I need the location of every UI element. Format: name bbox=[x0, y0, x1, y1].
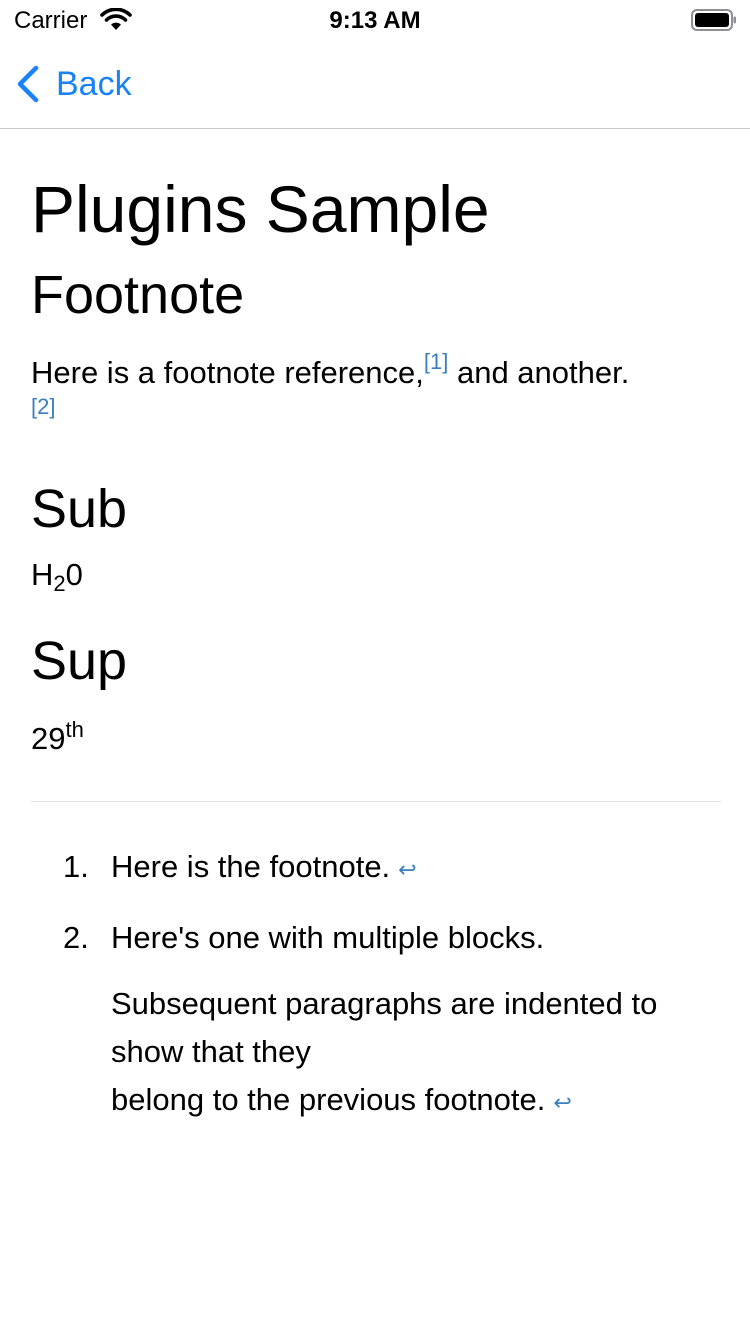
back-button[interactable]: Back bbox=[14, 62, 132, 106]
superscript-text: th bbox=[65, 717, 84, 742]
battery-icon bbox=[691, 9, 736, 31]
sup-heading: Sup bbox=[31, 631, 128, 691]
footnote-2-line-1: Subsequent paragraphs are indented to sh… bbox=[111, 986, 658, 1069]
page-title: Plugins Sample bbox=[31, 172, 490, 246]
footnote-1-text: Here is the footnote. bbox=[111, 849, 391, 884]
footnote-item-2: 2. Here's one with multiple blocks. Subs… bbox=[31, 914, 721, 1127]
footnote-paragraph: Here is a footnote reference,[1] and ano… bbox=[31, 343, 721, 420]
subscript-rest: 0 bbox=[65, 557, 83, 592]
status-time: 9:13 AM bbox=[329, 7, 421, 34]
footnote-item-1: 1. Here is the footnote. ↩ bbox=[31, 843, 721, 894]
navigation-bar: Back bbox=[0, 40, 750, 129]
article-content: Plugins Sample Footnote Here is a footno… bbox=[31, 129, 721, 1127]
superscript-base: 29 bbox=[31, 721, 66, 756]
footnote-2-line-2: belong to the previous footnote. bbox=[111, 1082, 546, 1117]
footnote-ref-2-link[interactable]: [2] bbox=[31, 394, 721, 420]
footnote-1-paragraph: Here is the footnote. ↩ bbox=[111, 843, 721, 894]
footnote-text-after: and another. bbox=[448, 355, 630, 390]
footnote-number: 1. bbox=[63, 849, 89, 884]
subscript-base: H bbox=[31, 557, 54, 592]
footnote-ref-1-link[interactable]: [1] bbox=[424, 349, 448, 374]
chevron-left-icon bbox=[17, 65, 39, 103]
sub-heading: Sub bbox=[31, 479, 128, 539]
footnote-2-backref-icon[interactable]: ↩ bbox=[553, 1090, 571, 1115]
footnotes-list: 1. Here is the footnote. ↩ 2. Here's one … bbox=[31, 843, 721, 1127]
footnote-number: 2. bbox=[63, 920, 89, 955]
footnote-2-paragraph-1: Here's one with multiple blocks. bbox=[111, 920, 545, 955]
footnote-2-paragraph-2: Subsequent paragraphs are indented to sh… bbox=[111, 980, 721, 1127]
subscript-example: H20 bbox=[31, 556, 721, 603]
footnotes-divider bbox=[31, 801, 721, 802]
footnote-1-backref-icon[interactable]: ↩ bbox=[398, 857, 416, 882]
status-bar: Carrier 9:13 AM bbox=[0, 0, 750, 40]
superscript-example: 29th bbox=[31, 711, 721, 758]
footnote-heading: Footnote bbox=[31, 265, 245, 325]
footnote-text-before: Here is a footnote reference, bbox=[31, 355, 424, 390]
back-label: Back bbox=[56, 65, 132, 103]
subscript-text: 2 bbox=[53, 571, 66, 596]
